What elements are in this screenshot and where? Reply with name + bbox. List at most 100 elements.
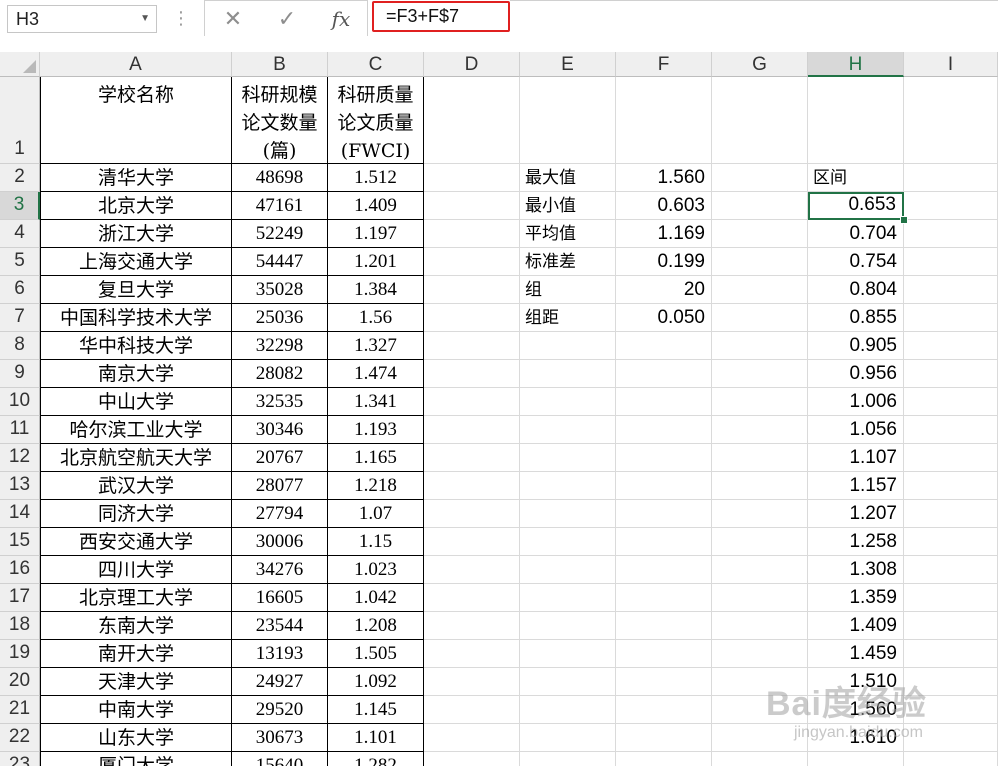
grid-cell[interactable]	[712, 668, 808, 696]
grid-cell[interactable]	[904, 164, 998, 192]
grid-cell[interactable]	[520, 668, 616, 696]
grid-cell[interactable]	[616, 472, 712, 500]
fwci-cell[interactable]: 1.327	[328, 332, 424, 360]
grid-cell[interactable]	[520, 77, 616, 164]
row-header-23[interactable]: 23	[0, 752, 40, 766]
school-name-cell[interactable]: 北京理工大学	[40, 584, 232, 612]
grid-cell[interactable]	[520, 388, 616, 416]
fwci-cell[interactable]: 1.341	[328, 388, 424, 416]
grid-cell[interactable]	[616, 668, 712, 696]
grid-cell[interactable]	[712, 220, 808, 248]
school-name-cell[interactable]: 四川大学	[40, 556, 232, 584]
interval-cell[interactable]: 1.510	[808, 668, 904, 696]
stat-label[interactable]: 最大值	[520, 164, 616, 192]
school-name-cell[interactable]: 上海交通大学	[40, 248, 232, 276]
interval-cell[interactable]: 1.409	[808, 612, 904, 640]
grid-cell[interactable]	[616, 724, 712, 752]
fill-handle[interactable]	[900, 216, 908, 224]
column-header-i[interactable]: I	[904, 52, 998, 77]
interval-cell[interactable]: 0.754	[808, 248, 904, 276]
grid-cell[interactable]	[520, 332, 616, 360]
grid-cell[interactable]	[712, 164, 808, 192]
row-header-18[interactable]: 18	[0, 612, 40, 640]
grid-cell[interactable]	[712, 192, 808, 220]
grid-cell[interactable]	[904, 276, 998, 304]
fwci-cell[interactable]: 1.208	[328, 612, 424, 640]
interval-cell[interactable]: 1.207	[808, 500, 904, 528]
paper-count-cell[interactable]: 13193	[232, 640, 328, 668]
formula-input-extension[interactable]	[510, 0, 998, 37]
grid-cell[interactable]	[904, 724, 998, 752]
fwci-cell[interactable]: 1.56	[328, 304, 424, 332]
row-header-21[interactable]: 21	[0, 696, 40, 724]
school-name-cell[interactable]: 东南大学	[40, 612, 232, 640]
school-name-cell[interactable]: 西安交通大学	[40, 528, 232, 556]
column-header-d[interactable]: D	[424, 52, 520, 77]
more-options-icon[interactable]: ⋮	[172, 5, 190, 33]
stat-label[interactable]: 组距	[520, 304, 616, 332]
school-name-cell[interactable]: 山东大学	[40, 724, 232, 752]
grid-cell[interactable]	[616, 444, 712, 472]
grid-cell[interactable]	[520, 556, 616, 584]
school-name-cell[interactable]: 中南大学	[40, 696, 232, 724]
grid-cell[interactable]	[424, 388, 520, 416]
row-header-14[interactable]: 14	[0, 500, 40, 528]
grid-cell[interactable]	[520, 416, 616, 444]
interval-cell[interactable]: 0.855	[808, 304, 904, 332]
paper-count-cell[interactable]: 25036	[232, 304, 328, 332]
fwci-cell[interactable]: 1.218	[328, 472, 424, 500]
chevron-down-icon[interactable]: ▼	[140, 6, 150, 32]
grid-cell[interactable]	[424, 640, 520, 668]
row-header-15[interactable]: 15	[0, 528, 40, 556]
row-header-5[interactable]: 5	[0, 248, 40, 276]
grid-cell[interactable]	[712, 472, 808, 500]
fwci-cell[interactable]: 1.282	[328, 752, 424, 766]
interval-label[interactable]: 区间	[808, 164, 904, 192]
grid-cell[interactable]	[424, 556, 520, 584]
stat-label[interactable]: 平均值	[520, 220, 616, 248]
interval-cell[interactable]: 0.704	[808, 220, 904, 248]
column-header-f[interactable]: F	[616, 52, 712, 77]
grid-cell[interactable]	[904, 696, 998, 724]
column-header-e[interactable]: E	[520, 52, 616, 77]
grid-cell[interactable]	[520, 584, 616, 612]
grid-cell[interactable]	[712, 612, 808, 640]
school-name-cell[interactable]: 华中科技大学	[40, 332, 232, 360]
grid-cell[interactable]	[520, 724, 616, 752]
name-box[interactable]: H3 ▼	[7, 5, 157, 33]
row-header-2[interactable]: 2	[0, 164, 40, 192]
grid-cell[interactable]	[424, 304, 520, 332]
interval-cell[interactable]: 1.308	[808, 556, 904, 584]
stat-value[interactable]: 1.169	[616, 220, 712, 248]
row-header-4[interactable]: 4	[0, 220, 40, 248]
fwci-cell[interactable]: 1.145	[328, 696, 424, 724]
stat-value[interactable]: 0.199	[616, 248, 712, 276]
interval-cell[interactable]: 1.157	[808, 472, 904, 500]
row-header-3[interactable]: 3	[0, 192, 40, 220]
grid-cell[interactable]	[520, 444, 616, 472]
grid-cell[interactable]	[616, 556, 712, 584]
grid-cell[interactable]	[904, 472, 998, 500]
paper-count-cell[interactable]: 30673	[232, 724, 328, 752]
formula-input[interactable]: =F3+F$7	[372, 1, 510, 32]
grid-cell[interactable]	[712, 584, 808, 612]
paper-count-cell[interactable]: 48698	[232, 164, 328, 192]
paper-count-cell[interactable]: 54447	[232, 248, 328, 276]
grid-cell[interactable]	[520, 640, 616, 668]
grid-cell[interactable]	[424, 444, 520, 472]
grid-cell[interactable]	[712, 640, 808, 668]
school-name-cell[interactable]: 复旦大学	[40, 276, 232, 304]
grid-cell[interactable]	[424, 220, 520, 248]
grid-cell[interactable]	[904, 416, 998, 444]
grid-cell[interactable]	[712, 500, 808, 528]
interval-cell[interactable]: 0.905	[808, 332, 904, 360]
paper-count-cell[interactable]: 47161	[232, 192, 328, 220]
grid-cell[interactable]	[424, 416, 520, 444]
interval-cell[interactable]: 0.804	[808, 276, 904, 304]
grid-cell[interactable]	[712, 416, 808, 444]
row-header-8[interactable]: 8	[0, 332, 40, 360]
fwci-cell[interactable]: 1.474	[328, 360, 424, 388]
grid-cell[interactable]	[904, 248, 998, 276]
row-header-13[interactable]: 13	[0, 472, 40, 500]
row-header-16[interactable]: 16	[0, 556, 40, 584]
